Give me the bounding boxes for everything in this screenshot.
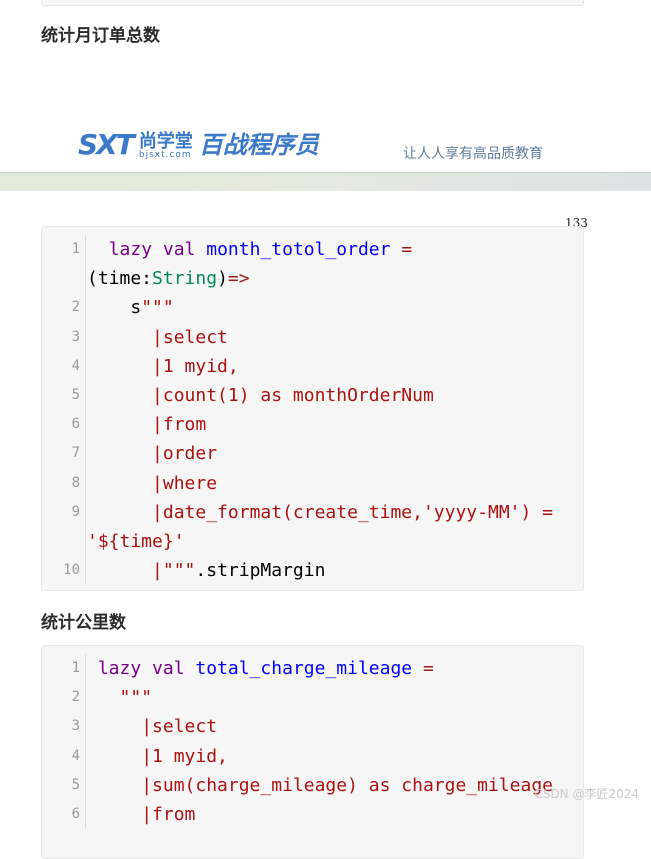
code-line: 3 |select	[42, 712, 583, 742]
code-text: |1 myid,	[86, 742, 577, 771]
code-token-str: |"""	[87, 560, 196, 582]
code-text: |select	[86, 712, 577, 741]
code-text: |order	[86, 439, 577, 468]
logo-url: bjsxt.com	[138, 150, 192, 160]
code-token-str: |from	[87, 414, 207, 436]
section-heading-mileage: 统计公里数	[41, 613, 126, 633]
code-line: 8 |where	[42, 468, 583, 498]
page-divider-band	[0, 172, 651, 191]
code-text: |from	[86, 410, 577, 439]
code-token-def: total_charge_mileage	[195, 658, 413, 679]
code-text: lazy val total_charge_mileage =	[86, 654, 577, 683]
code-token-str: """	[141, 297, 174, 319]
line-number: 5	[42, 770, 86, 801]
code-token-str: |date_format(create_time,'yyyy-MM') = '$…	[87, 501, 564, 553]
logo-product: 百战程序员	[198, 131, 319, 159]
code-token-op: =>	[227, 268, 250, 290]
code-token-plain: )	[217, 268, 228, 290]
code-token-kw: lazy	[108, 239, 153, 260]
code-text: lazy val month_totol_order = (time:Strin…	[86, 235, 577, 293]
code-token-plain: s	[87, 297, 142, 319]
line-number: 9	[42, 497, 86, 557]
code-line: 10 |""".stripMargin	[42, 556, 583, 586]
line-number: 5	[42, 381, 86, 411]
code-line: 1 lazy val total_charge_mileage =	[42, 654, 583, 684]
line-number: 7	[42, 439, 86, 469]
code-line: 4 |1 myid,	[42, 351, 583, 382]
line-number: 4	[42, 351, 86, 382]
code-text: |select	[86, 323, 577, 352]
code-text: |1 myid,	[86, 352, 577, 381]
line-number: 4	[42, 741, 86, 771]
code-token-op: =	[401, 239, 413, 260]
code-text: |from	[86, 800, 577, 829]
code-token-type: String	[152, 268, 218, 290]
line-number: 1	[42, 654, 86, 684]
code-line: 6 |from	[42, 800, 583, 830]
sxt-logo: SXT 尚学堂 bjsxt.com 百战程序员	[78, 130, 319, 160]
logo-cn: 尚学堂	[138, 131, 193, 152]
code-line: 6 |from	[42, 410, 583, 440]
code-line: 1 lazy val month_totol_order = (time:Str…	[42, 235, 583, 294]
line-number: 2	[42, 683, 86, 713]
code-token-str: |select	[87, 716, 218, 738]
code-line: 2 """	[42, 683, 583, 713]
code-line: 5 |sum(charge_mileage) as charge_mileage	[42, 770, 583, 801]
line-number: 1	[42, 235, 86, 294]
code-line: 2 s"""	[42, 293, 583, 323]
line-number: 3	[42, 712, 86, 742]
code-token-str: |1 myid,	[87, 745, 228, 767]
watermark: CSDN @李匠2024	[534, 787, 639, 801]
section-heading-monthly-orders: 统计月订单总数	[41, 26, 160, 46]
slogan: 让人人享有高品质教育	[403, 146, 543, 162]
code-text: |sum(charge_mileage) as charge_mileage	[86, 771, 577, 800]
code-line: 4 |1 myid,	[42, 741, 583, 771]
code-line: 5 |count(1) as monthOrderNum	[42, 381, 583, 411]
page-banner: SXT 尚学堂 bjsxt.com 百战程序员 让人人享有高品质教育	[0, 120, 651, 191]
code-token-kw: lazy	[97, 658, 142, 679]
line-number: 6	[42, 800, 86, 830]
code-token-op: =	[423, 658, 434, 679]
line-number: 3	[42, 322, 86, 352]
code-token-str: |count(1) as monthOrderNum	[87, 385, 434, 407]
code-token-str: |1 myid,	[87, 355, 239, 377]
code-text: |where	[86, 469, 577, 498]
code-text: |count(1) as monthOrderNum	[86, 381, 577, 410]
previous-code-block	[41, 0, 584, 6]
code-block-month-order: 1 lazy val month_totol_order = (time:Str…	[41, 226, 584, 591]
code-line: 9 |date_format(create_time,'yyyy-MM') = …	[42, 497, 583, 557]
code-token-str: |where	[87, 472, 218, 494]
code-token-plain: .stripMargin	[195, 560, 326, 582]
line-number: 10	[42, 556, 86, 586]
line-number: 2	[42, 293, 86, 323]
line-number: 8	[42, 468, 86, 498]
logo-brand: SXT	[78, 128, 135, 161]
code-line: 3 |select	[42, 322, 583, 352]
code-token-str: |select	[87, 326, 228, 348]
code-token-str: """	[87, 687, 153, 709]
code-token-kw: val	[162, 239, 196, 260]
code-token-str: |sum(charge_mileage) as charge_mileage	[87, 774, 553, 796]
code-token-str: |order	[87, 443, 218, 465]
code-token-str: |from	[87, 804, 196, 826]
code-text: s"""	[86, 293, 577, 322]
line-number: 6	[42, 410, 86, 440]
code-line: 7 |order	[42, 439, 583, 469]
code-token-kw: val	[152, 658, 185, 679]
code-block-mileage: 1 lazy val total_charge_mileage = 2 """ 3 …	[41, 645, 584, 859]
code-token-def: month_totol_order	[206, 239, 391, 260]
code-text: |date_format(create_time,'yyyy-MM') = '$…	[86, 498, 577, 556]
code-text: """	[86, 683, 577, 712]
code-text: |""".stripMargin	[86, 556, 577, 585]
